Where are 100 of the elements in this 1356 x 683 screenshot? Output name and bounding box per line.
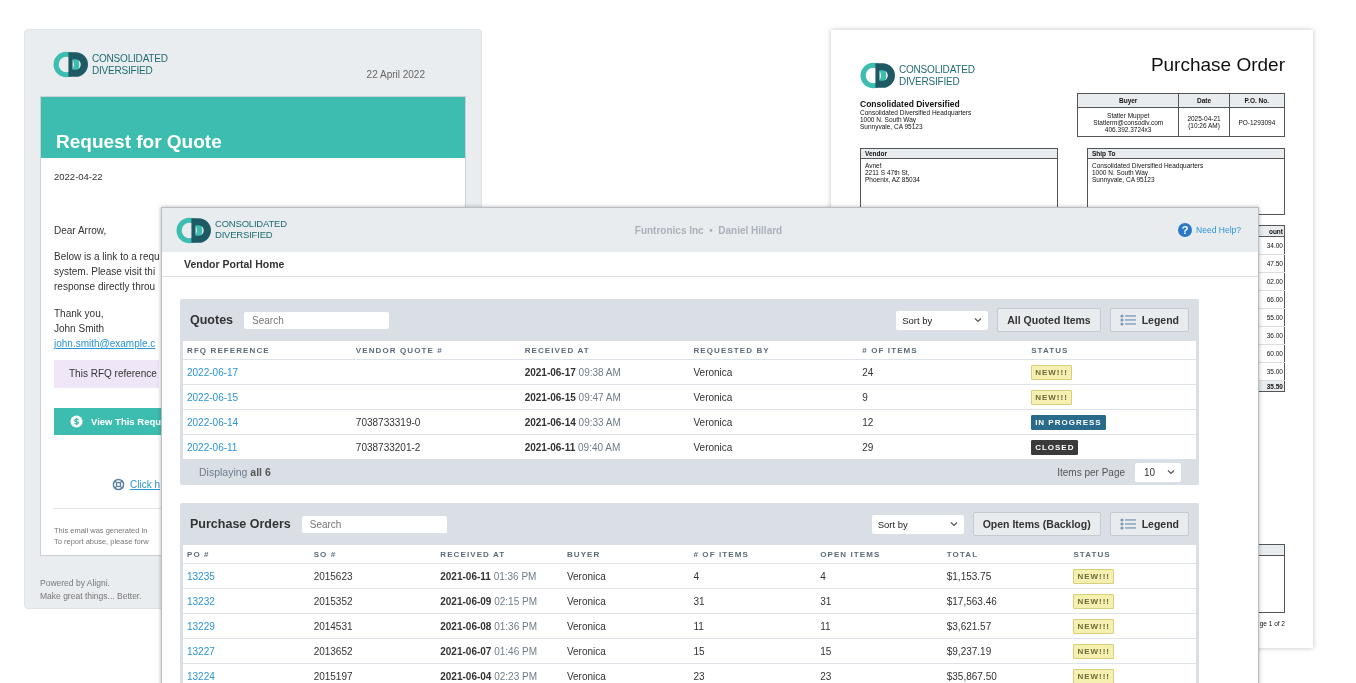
table-cell: 2015352 xyxy=(313,595,353,607)
row-link[interactable]: 2022-06-15 xyxy=(187,391,239,403)
table-cell: 2015197 xyxy=(313,670,353,682)
column-header: # OF ITEMS xyxy=(858,341,1028,360)
status-badge: NEW!!! xyxy=(1073,668,1115,683)
table-cell: $1,153.75 xyxy=(946,570,992,582)
help-icon[interactable]: ? xyxy=(1178,223,1193,237)
status-badge: NEW!!! xyxy=(1073,618,1115,634)
row-link[interactable]: 13235 xyxy=(187,570,215,582)
help-link[interactable]: Click h xyxy=(130,479,160,490)
items-per-page-dropdown[interactable]: 10 xyxy=(1135,462,1181,482)
row-link[interactable]: 13229 xyxy=(187,620,215,632)
table-cell: 4 xyxy=(820,570,826,582)
legend-button[interactable]: Legend xyxy=(1109,512,1189,536)
signoff-text: Thank you, xyxy=(54,307,104,321)
status-badge: IN PROGRESS xyxy=(1031,414,1106,430)
table-cell: 7038733319-0 xyxy=(355,416,421,428)
table-cell: Veronica xyxy=(566,645,606,657)
help-link[interactable]: Need Help? xyxy=(1196,225,1241,235)
row-link[interactable]: 13232 xyxy=(187,595,215,607)
table-cell: 2021-06-17 09:38 AM xyxy=(524,366,621,378)
search-field[interactable]: Search xyxy=(244,311,390,329)
table-cell: 23 xyxy=(693,670,705,682)
row-link[interactable]: 13224 xyxy=(187,670,215,682)
status-badge: NEW!!! xyxy=(1073,593,1115,609)
column-header: REQUESTED BY xyxy=(689,341,859,360)
column-header: # OF ITEMS xyxy=(689,545,817,564)
table-cell: 2021-06-14 09:33 AM xyxy=(524,416,621,428)
table-cell: 31 xyxy=(693,595,705,607)
column-header: RECEIVED AT xyxy=(520,341,690,360)
table-cell: 11 xyxy=(820,620,831,632)
logo-text: CONSOLIDATED xyxy=(92,53,168,65)
body-text-line: Below is a link to a requ xyxy=(54,250,160,264)
panel-title: Purchase Orders xyxy=(190,517,291,531)
table-cell: 2013652 xyxy=(313,645,353,657)
chevron-down-icon xyxy=(1167,469,1175,475)
table-cell: Veronica xyxy=(566,595,606,607)
logo-text: DIVERSIFIED xyxy=(899,75,961,87)
notice-box: This RFQ reference xyxy=(54,360,159,388)
sort-dropdown[interactable]: Sort by xyxy=(871,514,964,534)
table-cell: $9,237.19 xyxy=(946,645,992,657)
list-icon xyxy=(1119,518,1137,530)
table-cell: 15 xyxy=(820,645,832,657)
table-cell: Veronica xyxy=(693,366,733,378)
status-badge: NEW!!! xyxy=(1073,643,1115,659)
table-cell: 4 xyxy=(693,570,700,582)
table-cell: 2021-06-04 02:23 PM xyxy=(440,670,537,682)
signoff-text: John Smith xyxy=(54,322,105,336)
table-cell: Veronica xyxy=(566,670,606,682)
table-cell: Veronica xyxy=(693,441,733,453)
column-header: RFQ REFERENCE xyxy=(183,341,352,360)
column-header: TOTAL xyxy=(942,545,1070,564)
status-badge: NEW!!! xyxy=(1073,568,1115,584)
email-date: 22 April 2022 xyxy=(366,69,425,80)
row-link[interactable]: 2022-06-14 xyxy=(187,416,239,428)
logo-text: CONSOLIDATED xyxy=(899,64,975,76)
search-field[interactable]: Search xyxy=(301,515,447,533)
items-per-page-label: Items per Page xyxy=(1057,466,1125,478)
row-link[interactable]: 13227 xyxy=(187,645,215,657)
chevron-down-icon xyxy=(974,317,983,323)
logo-text: CONSOLIDATED xyxy=(215,219,287,230)
row-link[interactable]: 2022-06-11 xyxy=(187,441,238,453)
table-cell: 15 xyxy=(693,645,705,657)
table-cell: 9 xyxy=(862,391,868,403)
legend-button[interactable]: Legend xyxy=(1109,308,1189,332)
view-request-button[interactable]: View This Requ xyxy=(54,408,164,435)
table-cell: $3,621.57 xyxy=(946,620,992,632)
column-header: RECEIVED AT xyxy=(436,545,563,564)
table-cell: Veronica xyxy=(693,416,733,428)
sort-dropdown[interactable]: Sort by xyxy=(896,310,989,330)
table-cell: $17,563.46 xyxy=(946,595,997,607)
breadcrumb-link[interactable]: Vendor Portal Home xyxy=(162,252,1258,277)
panel-title: Quotes xyxy=(190,313,234,327)
dollar-icon xyxy=(70,415,83,428)
company-name: Consolidated Diversified xyxy=(860,99,961,109)
powered-by-text: Powered by Aligni. xyxy=(40,577,111,590)
table-cell: 12 xyxy=(862,416,874,428)
account-name: Funtronics Inc • Daniel Hillard xyxy=(634,224,783,236)
table-cell: Veronica xyxy=(693,391,733,403)
sent-date: 2022-04-22 xyxy=(54,170,103,184)
greeting: Dear Arrow, xyxy=(54,224,107,238)
body-text-line: system. Please visit thi xyxy=(54,265,156,279)
table-cell: 29 xyxy=(862,441,874,453)
action-button[interactable]: Open Items (Backlog) xyxy=(972,512,1101,536)
logo-icon xyxy=(53,51,89,78)
email-link[interactable]: john.smith@example.c xyxy=(54,336,156,351)
row-link[interactable]: 2022-06-17 xyxy=(187,366,239,378)
column-header: STATUS xyxy=(1027,341,1196,360)
table-cell: 11 xyxy=(693,620,704,632)
table-cell: 2021-06-08 01:36 PM xyxy=(440,620,537,632)
list-icon xyxy=(1119,314,1137,326)
document-title: Purchase Order xyxy=(1150,54,1285,76)
logo-text: DIVERSIFIED xyxy=(92,64,154,76)
action-button[interactable]: All Quoted Items xyxy=(997,308,1101,332)
column-header: BUYER xyxy=(562,545,690,564)
table-cell: 23 xyxy=(820,670,832,682)
status-badge: NEW!!! xyxy=(1031,364,1072,380)
logo-icon xyxy=(176,216,212,244)
table-cell: Veronica xyxy=(566,570,606,582)
table-cell: 2021-06-11 01:36 PM xyxy=(440,570,537,582)
